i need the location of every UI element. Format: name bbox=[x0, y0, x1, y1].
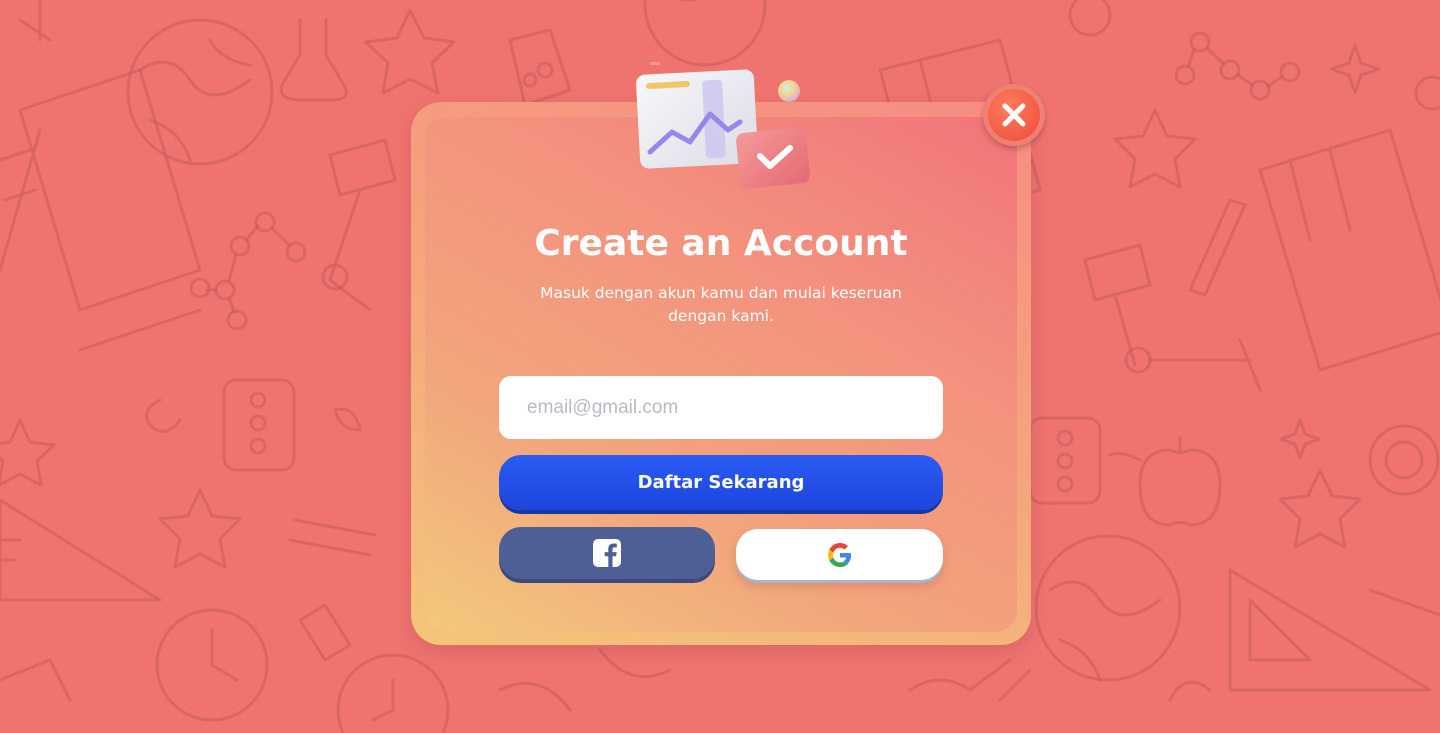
email-field[interactable] bbox=[499, 376, 943, 439]
close-button[interactable] bbox=[983, 84, 1045, 146]
register-button[interactable]: Daftar Sekarang bbox=[499, 455, 943, 510]
page-subtitle: Masuk dengan akun kamu dan mulai keserua… bbox=[540, 284, 902, 325]
check-card bbox=[736, 127, 810, 189]
facebook-icon bbox=[593, 539, 621, 567]
close-icon bbox=[1002, 103, 1026, 127]
analytics-illustration bbox=[636, 62, 810, 189]
decor-dash bbox=[650, 62, 660, 65]
facebook-login-button[interactable] bbox=[499, 527, 715, 579]
google-login-button[interactable] bbox=[736, 529, 943, 580]
decor-ball bbox=[778, 80, 800, 102]
page-title: Create an Account bbox=[534, 223, 908, 264]
google-icon bbox=[827, 542, 851, 567]
